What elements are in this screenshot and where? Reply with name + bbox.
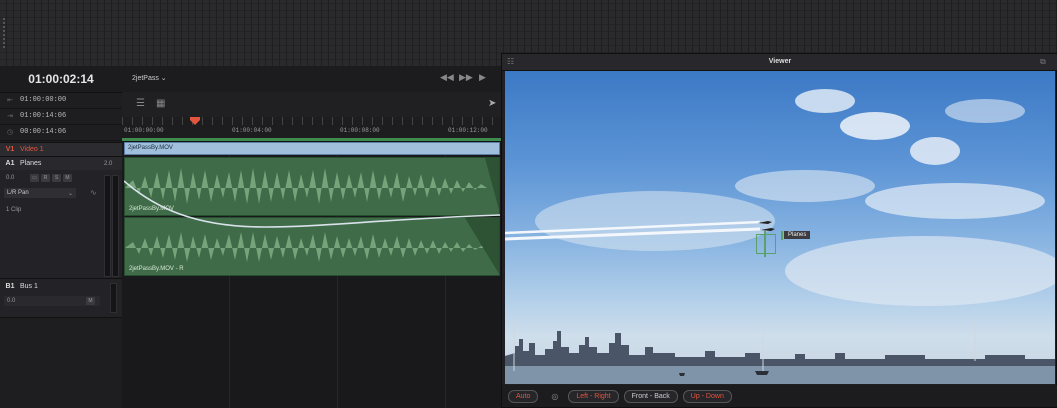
auto-button[interactable]: Auto	[508, 389, 539, 403]
a1-lock-icon[interactable]: ▭	[30, 174, 39, 182]
a1-mute-button[interactable]: M	[63, 174, 72, 182]
track-id-v1: V1	[5, 146, 15, 153]
left-right-button[interactable]: Left - Right	[568, 389, 619, 403]
track-channel-a1: 2.0	[104, 160, 113, 167]
duration-row: ◷ 00:00:14:06	[0, 124, 122, 141]
object-label-marker	[781, 231, 783, 240]
play-icon[interactable]: ▶	[479, 72, 486, 83]
track-id-a1: A1	[5, 160, 15, 167]
timeline-name: 2jetPass	[132, 75, 159, 82]
in-point-value: 01:00:00:00	[20, 96, 67, 104]
playhead-icon[interactable]	[190, 117, 200, 125]
ruler-label: 01:00:00:00	[124, 127, 164, 134]
pan-dropdown-label: L/R Pan	[7, 190, 29, 196]
render-status-bar	[122, 138, 502, 141]
tracking-crosshair	[764, 231, 766, 257]
clip-count: 1 Clip	[6, 207, 22, 213]
chevron-down-icon: ⌄	[67, 190, 73, 197]
in-point-icon: ⇤	[7, 97, 13, 104]
viewer-window: Viewer ☷ ⧉ Planes Auto ◎ Left - Right Fr…	[501, 53, 1057, 408]
track-name-b1[interactable]: Bus 1	[20, 283, 38, 290]
in-point-row: ⇤ 01:00:00:00	[0, 92, 122, 109]
duration-icon: ◷	[6, 129, 14, 136]
out-point-value: 01:00:14:06	[20, 112, 67, 120]
track-name-a1[interactable]: Planes	[20, 160, 104, 167]
grid-view-icon[interactable]: ▦	[156, 98, 165, 109]
audio-clip-label-right: 2jetPassBy.MOV - R	[129, 266, 184, 272]
target-icon[interactable]: ◎	[551, 392, 558, 401]
viewer-expand-icon[interactable]: ⧉	[1040, 57, 1046, 67]
panel-grip[interactable]	[3, 18, 5, 48]
timeline-toolbar: ☰ ▦ ➤	[122, 92, 502, 117]
a1-record-button[interactable]: R	[41, 174, 50, 182]
pan-automation-curve[interactable]	[124, 157, 500, 237]
track-id-b1: B1	[5, 283, 15, 290]
viewer-title: Viewer	[502, 54, 1057, 71]
out-point-icon: ⇥	[7, 113, 13, 120]
video-frame-scene	[505, 89, 1055, 384]
b1-level-meter	[110, 283, 117, 313]
ruler-label: 01:00:04:00	[232, 127, 272, 134]
duration-value: 00:00:14:06	[20, 128, 67, 136]
pan-dropdown[interactable]: L/R Pan ⌄	[4, 188, 76, 198]
object-tracking-box[interactable]	[756, 234, 776, 254]
track-header-v1[interactable]: V1 Video 1	[0, 142, 122, 156]
ruler-label: 01:00:08:00	[340, 127, 380, 134]
up-down-button[interactable]: Up - Down	[682, 389, 732, 403]
pointer-tool-icon[interactable]: ➤	[488, 98, 496, 109]
a1-level-meter-r	[112, 175, 119, 277]
a1-level-meter	[104, 175, 111, 277]
ruler-ticks	[122, 117, 502, 125]
viewer-menu-icon[interactable]: ☷	[507, 57, 514, 66]
timeline-name-dropdown[interactable]: 2jetPass ⌄	[132, 74, 167, 82]
track-header-b1: B1 Bus 1 0.0 M	[0, 278, 122, 318]
track-name-v1[interactable]: Video 1	[20, 146, 44, 153]
video-clip[interactable]: 2jetPassBy.MOV	[124, 142, 500, 155]
a1-level[interactable]: 0.0	[6, 175, 30, 181]
current-timecode: 01:00:02:14	[0, 66, 122, 93]
rewind-icon[interactable]: ◀◀	[440, 72, 454, 83]
automation-curve-icon[interactable]: ∿	[90, 188, 97, 197]
b1-level[interactable]: 0.0	[7, 298, 15, 304]
list-view-icon[interactable]: ☰	[136, 98, 145, 109]
out-point-row: ⇥ 01:00:14:06	[0, 108, 122, 125]
b1-mute-button[interactable]: M	[86, 297, 95, 305]
ruler-label: 01:00:12:00	[448, 127, 488, 134]
video-frame[interactable]: Planes	[505, 71, 1055, 384]
a1-solo-button[interactable]: S	[52, 174, 61, 182]
fast-forward-icon[interactable]: ▶▶	[459, 72, 473, 83]
object-label: Planes	[784, 231, 811, 239]
track-header-a1: A1 Planes 2.0 0.0 ▭ R S M L/R Pan ⌄ ∿ 1 …	[0, 156, 122, 279]
pan-controls-bar: Auto ◎ Left - Right Front - Back Up - Do…	[502, 385, 1057, 407]
front-back-button[interactable]: Front - Back	[623, 389, 678, 403]
timeline-header: 2jetPass ⌄ ◀◀ ▶▶ ▶	[122, 66, 502, 93]
